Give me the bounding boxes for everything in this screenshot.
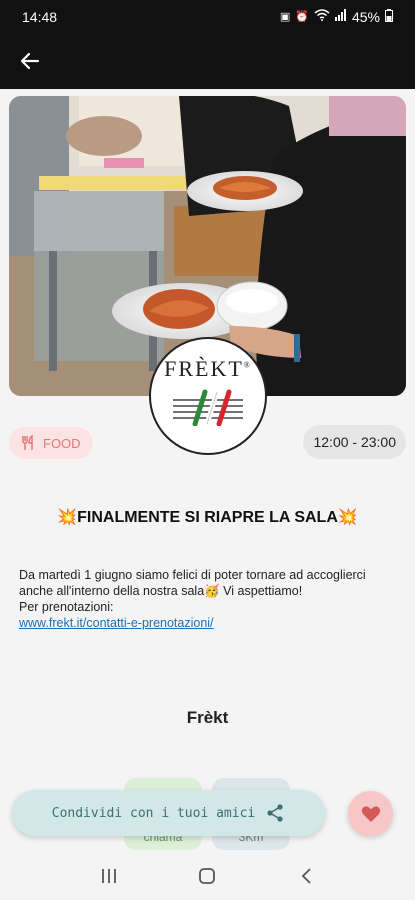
logo-flag-mark xyxy=(173,389,243,426)
share-icon xyxy=(267,804,283,822)
booking-link[interactable]: www.frekt.it/contatti-e-prenotazioni/ xyxy=(19,615,214,631)
system-nav-bar xyxy=(0,852,415,900)
status-time: 14:48 xyxy=(22,8,58,25)
heart-icon xyxy=(361,805,380,822)
status-bar: 14:48 ▣ ⏰ 45% xyxy=(0,0,415,33)
share-button[interactable]: Condividi con i tuoi amici xyxy=(12,790,325,836)
alarm-icon: ⏰ xyxy=(295,11,309,23)
battery-percent: 45% xyxy=(351,8,380,25)
opening-hours-label: 12:00 - 23:00 xyxy=(313,434,396,450)
post-body-text: Da martedì 1 giugno siamo felici di pote… xyxy=(19,568,366,598)
recent-apps-icon xyxy=(102,869,117,883)
system-back-button[interactable] xyxy=(291,861,321,891)
wifi-icon xyxy=(314,9,330,24)
post-body: Da martedì 1 giugno siamo felici di pote… xyxy=(19,567,399,631)
back-icon xyxy=(301,868,311,884)
home-button[interactable] xyxy=(192,861,222,891)
cutlery-icon xyxy=(22,435,33,450)
logo-wordmark: FRÈKT® xyxy=(164,356,252,381)
favorite-button[interactable] xyxy=(348,791,393,836)
battery-icon xyxy=(385,8,393,25)
opening-hours-chip: 12:00 - 23:00 xyxy=(303,425,406,459)
place-name: Frèkt xyxy=(186,708,229,727)
category-label: FOOD xyxy=(43,435,81,451)
share-label: Condividi con i tuoi amici xyxy=(51,805,256,821)
arrow-back-icon xyxy=(20,52,40,70)
signal-icon xyxy=(334,9,347,24)
recent-apps-button[interactable] xyxy=(94,861,124,891)
home-icon xyxy=(199,868,216,884)
image-icon: ▣ xyxy=(279,11,291,23)
category-chip: FOOD xyxy=(9,427,93,459)
status-icons: ▣ ⏰ 45% xyxy=(279,8,393,25)
app-bar xyxy=(0,33,415,89)
post-body-booking: Per prenotazioni: xyxy=(19,600,114,614)
restaurant-logo: FRÈKT® xyxy=(149,337,267,455)
back-button[interactable] xyxy=(16,47,44,75)
post-title: 💥FINALMENTE SI RIAPRE LA SALA💥 xyxy=(57,509,358,526)
